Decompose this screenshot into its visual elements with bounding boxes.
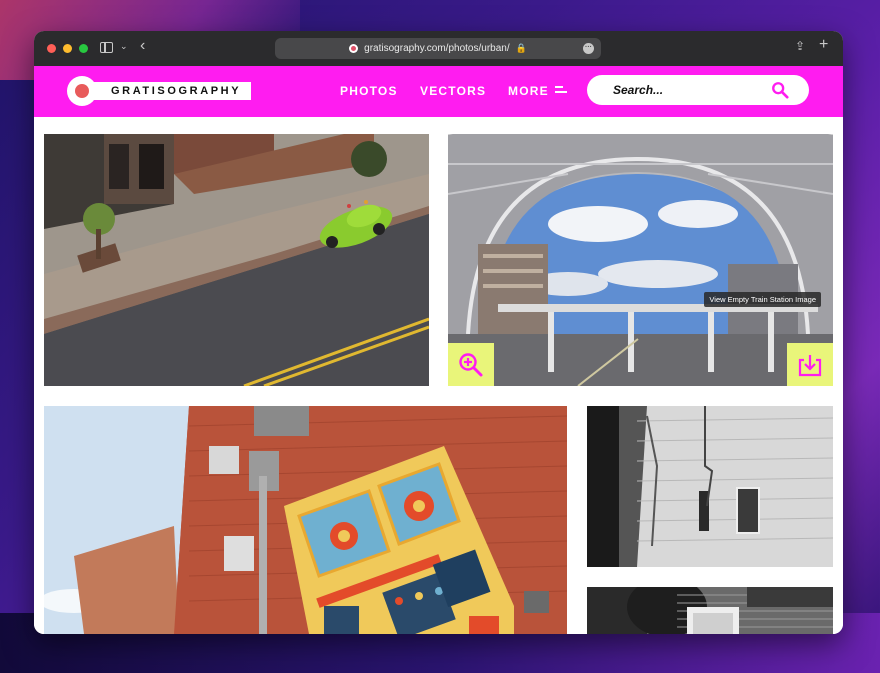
- nav-more[interactable]: MORE: [508, 84, 549, 98]
- image-tooltip: View Empty Train Station Image: [704, 292, 821, 307]
- menu-icon[interactable]: [555, 86, 567, 96]
- photo-green-car[interactable]: [44, 134, 429, 386]
- photo-building-window[interactable]: [587, 587, 833, 634]
- photo-train-station[interactable]: View Empty Train Station Image: [448, 134, 833, 386]
- new-tab-icon[interactable]: +: [819, 36, 828, 54]
- close-window-button[interactable]: [47, 44, 56, 53]
- address-bar[interactable]: gratisography.com/photos/urban/ 🔒 ···: [275, 38, 601, 59]
- zoom-window-button[interactable]: [79, 44, 88, 53]
- building-window-image: [587, 587, 833, 634]
- white-building-image: [587, 406, 833, 567]
- zoom-in-icon: [459, 352, 483, 376]
- photo-robot-mural[interactable]: [44, 406, 567, 634]
- share-icon[interactable]: ⇪: [795, 39, 805, 53]
- green-car-image: [44, 134, 429, 386]
- search-input[interactable]: [613, 83, 763, 97]
- chevron-down-icon[interactable]: ⌄: [120, 41, 128, 52]
- logo-circle-icon: [67, 76, 97, 106]
- lock-icon: 🔒: [515, 43, 527, 53]
- download-button[interactable]: [787, 343, 833, 386]
- nav-vectors[interactable]: VECTORS: [420, 84, 486, 98]
- logo-text: GRATISOGRAPHY: [89, 82, 252, 100]
- back-icon[interactable]: ‹: [140, 37, 145, 55]
- photo-white-building[interactable]: [587, 406, 833, 567]
- search-icon[interactable]: [771, 81, 789, 99]
- nav-photos[interactable]: PHOTOS: [340, 84, 398, 98]
- window-controls: [47, 44, 88, 53]
- browser-window: ⌄ ‹ gratisography.com/photos/urban/ 🔒 ··…: [34, 31, 843, 634]
- sidebar-icon[interactable]: [100, 42, 113, 53]
- browser-toolbar: ⌄ ‹ gratisography.com/photos/urban/ 🔒 ··…: [34, 31, 843, 66]
- favicon-icon: [349, 44, 359, 53]
- site-header: GRATISOGRAPHY PHOTOS VECTORS MORE: [34, 66, 843, 117]
- minimize-window-button[interactable]: [63, 44, 72, 53]
- search-box: [587, 75, 809, 105]
- url-text: gratisography.com/photos/urban/: [364, 43, 510, 54]
- photo-grid: View Empty Train Station Image: [34, 117, 843, 634]
- zoom-button[interactable]: [448, 343, 494, 386]
- robot-mural-image: [44, 406, 567, 634]
- more-icon[interactable]: ···: [583, 43, 594, 54]
- download-icon: [798, 354, 822, 376]
- site-logo[interactable]: GRATISOGRAPHY: [67, 76, 252, 106]
- train-station-image: [448, 134, 833, 386]
